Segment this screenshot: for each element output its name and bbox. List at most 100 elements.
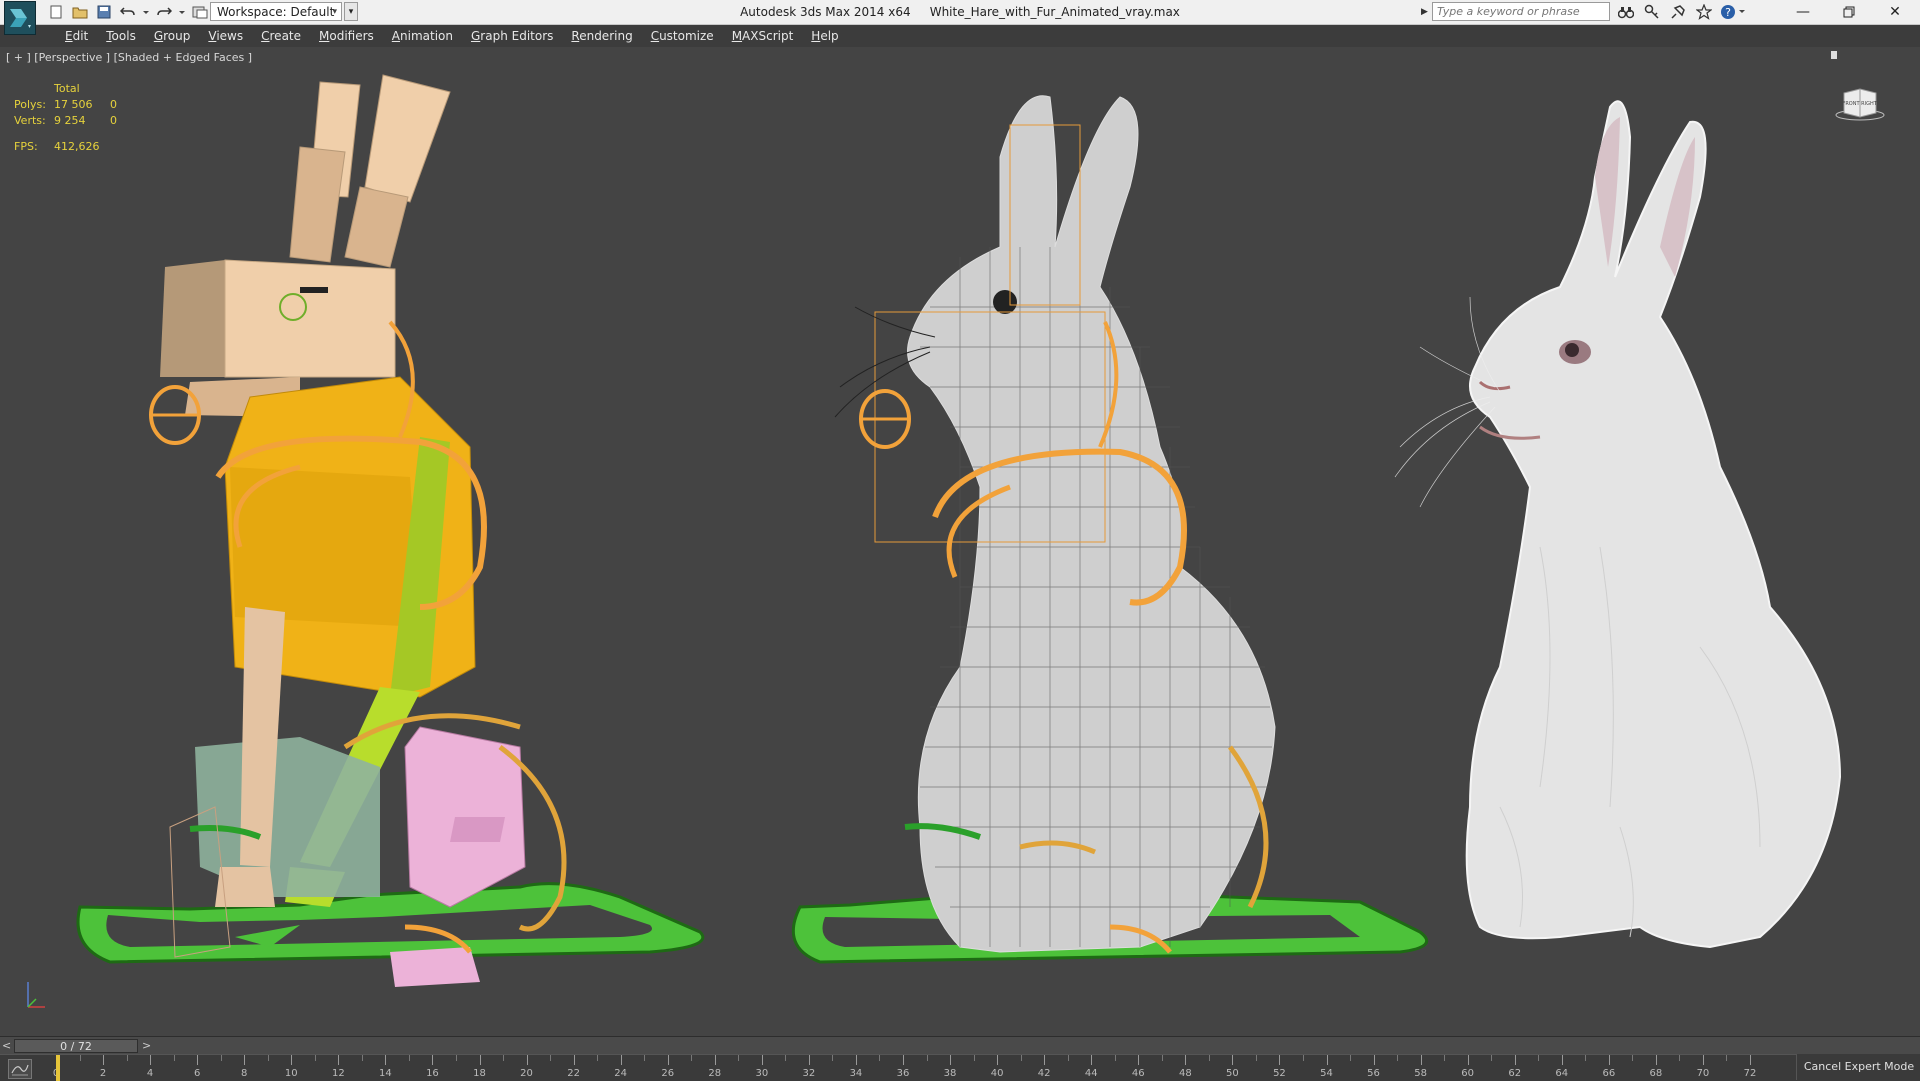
menu-item-accelerator: C	[650, 29, 660, 43]
frame-tick	[761, 1055, 763, 1065]
menu-item[interactable]: Graph Editors	[462, 25, 562, 47]
project-folder-icon[interactable]	[190, 2, 210, 22]
frame-tick	[1750, 1055, 1751, 1065]
menu-item[interactable]: Rendering	[562, 25, 641, 47]
perspective-viewport[interactable]: [ + ] [Perspective ] [Shaded + Edged Fac…	[0, 47, 1920, 1036]
search-input[interactable]	[1432, 2, 1610, 21]
menu-item[interactable]: Group	[145, 25, 200, 47]
menu-item[interactable]: MAXScript	[723, 25, 803, 47]
close-button[interactable]: ✕	[1872, 0, 1918, 24]
open-file-icon[interactable]	[70, 2, 90, 22]
frame-tick	[479, 1055, 481, 1065]
mini-curve-editor-icon[interactable]	[8, 1059, 32, 1079]
favorites-star-icon[interactable]	[1694, 2, 1714, 22]
menu-item-accelerator: H	[811, 29, 821, 43]
menu-item-label: reate	[269, 29, 302, 43]
menu-items: Edit Tools Group Views Create Modifiers Animat…	[56, 25, 848, 47]
frame-tick-label: 68	[1649, 1068, 1663, 1079]
frame-tick-label: 54	[1320, 1068, 1333, 1079]
frame-tick	[408, 1055, 410, 1061]
frame-tick	[879, 1055, 881, 1061]
help-icon[interactable]: ?	[1720, 2, 1748, 22]
axis-tripod-icon	[27, 982, 45, 1008]
frame-tick-label: 16	[426, 1068, 439, 1079]
undo-dropdown-icon[interactable]	[142, 2, 150, 22]
undo-icon[interactable]	[118, 2, 138, 22]
frame-tick-label: 64	[1555, 1068, 1569, 1079]
quick-access-toolbar	[46, 2, 210, 22]
menu-item-label: iews	[216, 29, 244, 43]
frame-tick-label: 70	[1696, 1068, 1710, 1079]
next-frame-button[interactable]: >	[142, 1038, 152, 1054]
frame-tick	[832, 1055, 834, 1061]
minimize-button[interactable]: —	[1780, 0, 1826, 24]
cancel-expert-mode-button[interactable]: Cancel Expert Mode	[1796, 1054, 1920, 1080]
frame-tick-label: 42	[1037, 1068, 1051, 1079]
menu-item[interactable]: Edit	[56, 25, 97, 47]
save-file-icon[interactable]	[94, 2, 114, 22]
frame-tick	[1138, 1055, 1140, 1065]
menu-item[interactable]: Modifiers	[310, 25, 383, 47]
menu-item[interactable]: Tools	[97, 25, 145, 47]
3ds-max-logo-icon	[10, 9, 31, 28]
frame-tick	[79, 1055, 81, 1061]
search-expand-icon[interactable]: ▶	[1421, 2, 1431, 22]
track-bar[interactable]: 0246810121416182022242628303234363840424…	[0, 1054, 1920, 1081]
frame-tick	[738, 1055, 740, 1061]
playhead[interactable]	[56, 1055, 60, 1081]
rendered-furry-hare[interactable]	[1394, 100, 1842, 949]
frame-tick	[220, 1055, 222, 1061]
menu-item-label: ustomize	[659, 29, 714, 43]
scene-canvas	[27, 74, 1842, 1008]
menu-item[interactable]: Create	[252, 25, 310, 47]
communication-center-icon[interactable]	[1668, 2, 1688, 22]
binoculars-icon[interactable]	[1616, 2, 1636, 22]
viewcube-icon[interactable]: FRONT RIGHT	[1834, 83, 1886, 123]
app-title: Autodesk 3ds Max 2014 x64	[740, 5, 911, 19]
redo-icon[interactable]	[154, 2, 174, 22]
box-proxy-hare[interactable]	[76, 74, 705, 987]
workspace-dropdown-button[interactable]: ▾	[344, 2, 358, 21]
menu-item[interactable]: Help	[802, 25, 847, 47]
infocenter-toolbar: ?	[1616, 2, 1748, 22]
frame-tick	[1702, 1055, 1704, 1065]
redo-dropdown-icon[interactable]	[178, 2, 186, 22]
frame-tick	[1350, 1055, 1352, 1061]
frame-tick	[197, 1055, 199, 1065]
menu-item-label: ools	[111, 29, 136, 43]
frame-tick	[1420, 1055, 1422, 1065]
menu-item[interactable]: Customize	[642, 25, 723, 47]
menu-item-accelerator: M	[319, 29, 330, 43]
frame-tick	[244, 1055, 246, 1065]
menu-item[interactable]: Views	[199, 25, 252, 47]
frame-tick-label: 40	[990, 1068, 1004, 1079]
frame-ruler[interactable]: 0246810121416182022242628303234363840424…	[53, 1055, 1756, 1081]
frame-tick	[1561, 1055, 1563, 1065]
file-name: White_Hare_with_Fur_Animated_vray.max	[929, 5, 1180, 19]
workspace-label: Workspace: Default	[217, 5, 335, 19]
frame-tick	[620, 1055, 622, 1065]
subscription-key-icon[interactable]	[1642, 2, 1662, 22]
frame-tick	[1302, 1055, 1304, 1061]
frame-tick-label: 12	[331, 1068, 345, 1079]
workspace-selector[interactable]: Workspace: Default ▾	[210, 2, 342, 21]
application-menu-button[interactable]	[4, 1, 36, 35]
frame-tick	[573, 1055, 575, 1065]
viewcube-front-label: FRONT	[1842, 101, 1860, 107]
menu-item[interactable]: Animation	[383, 25, 462, 47]
frame-tick	[973, 1055, 975, 1061]
frame-tick	[361, 1055, 363, 1061]
frame-tick	[503, 1055, 505, 1061]
previous-frame-button[interactable]: <	[2, 1038, 12, 1054]
frame-tick-label: 36	[896, 1068, 910, 1079]
frame-tick-label: 18	[473, 1068, 486, 1079]
time-slider[interactable]: 0 / 72	[14, 1039, 138, 1053]
wireframe-hare[interactable]	[791, 95, 1429, 964]
new-file-icon[interactable]	[46, 2, 66, 22]
restore-button[interactable]	[1826, 0, 1872, 24]
frame-tick-label: 10	[284, 1068, 298, 1079]
frame-tick	[103, 1055, 105, 1065]
title-bar: Workspace: Default ▾ ▾ Autodesk 3ds Max …	[0, 0, 1920, 25]
menu-item-accelerator: E	[65, 29, 73, 43]
frame-tick	[926, 1055, 928, 1061]
